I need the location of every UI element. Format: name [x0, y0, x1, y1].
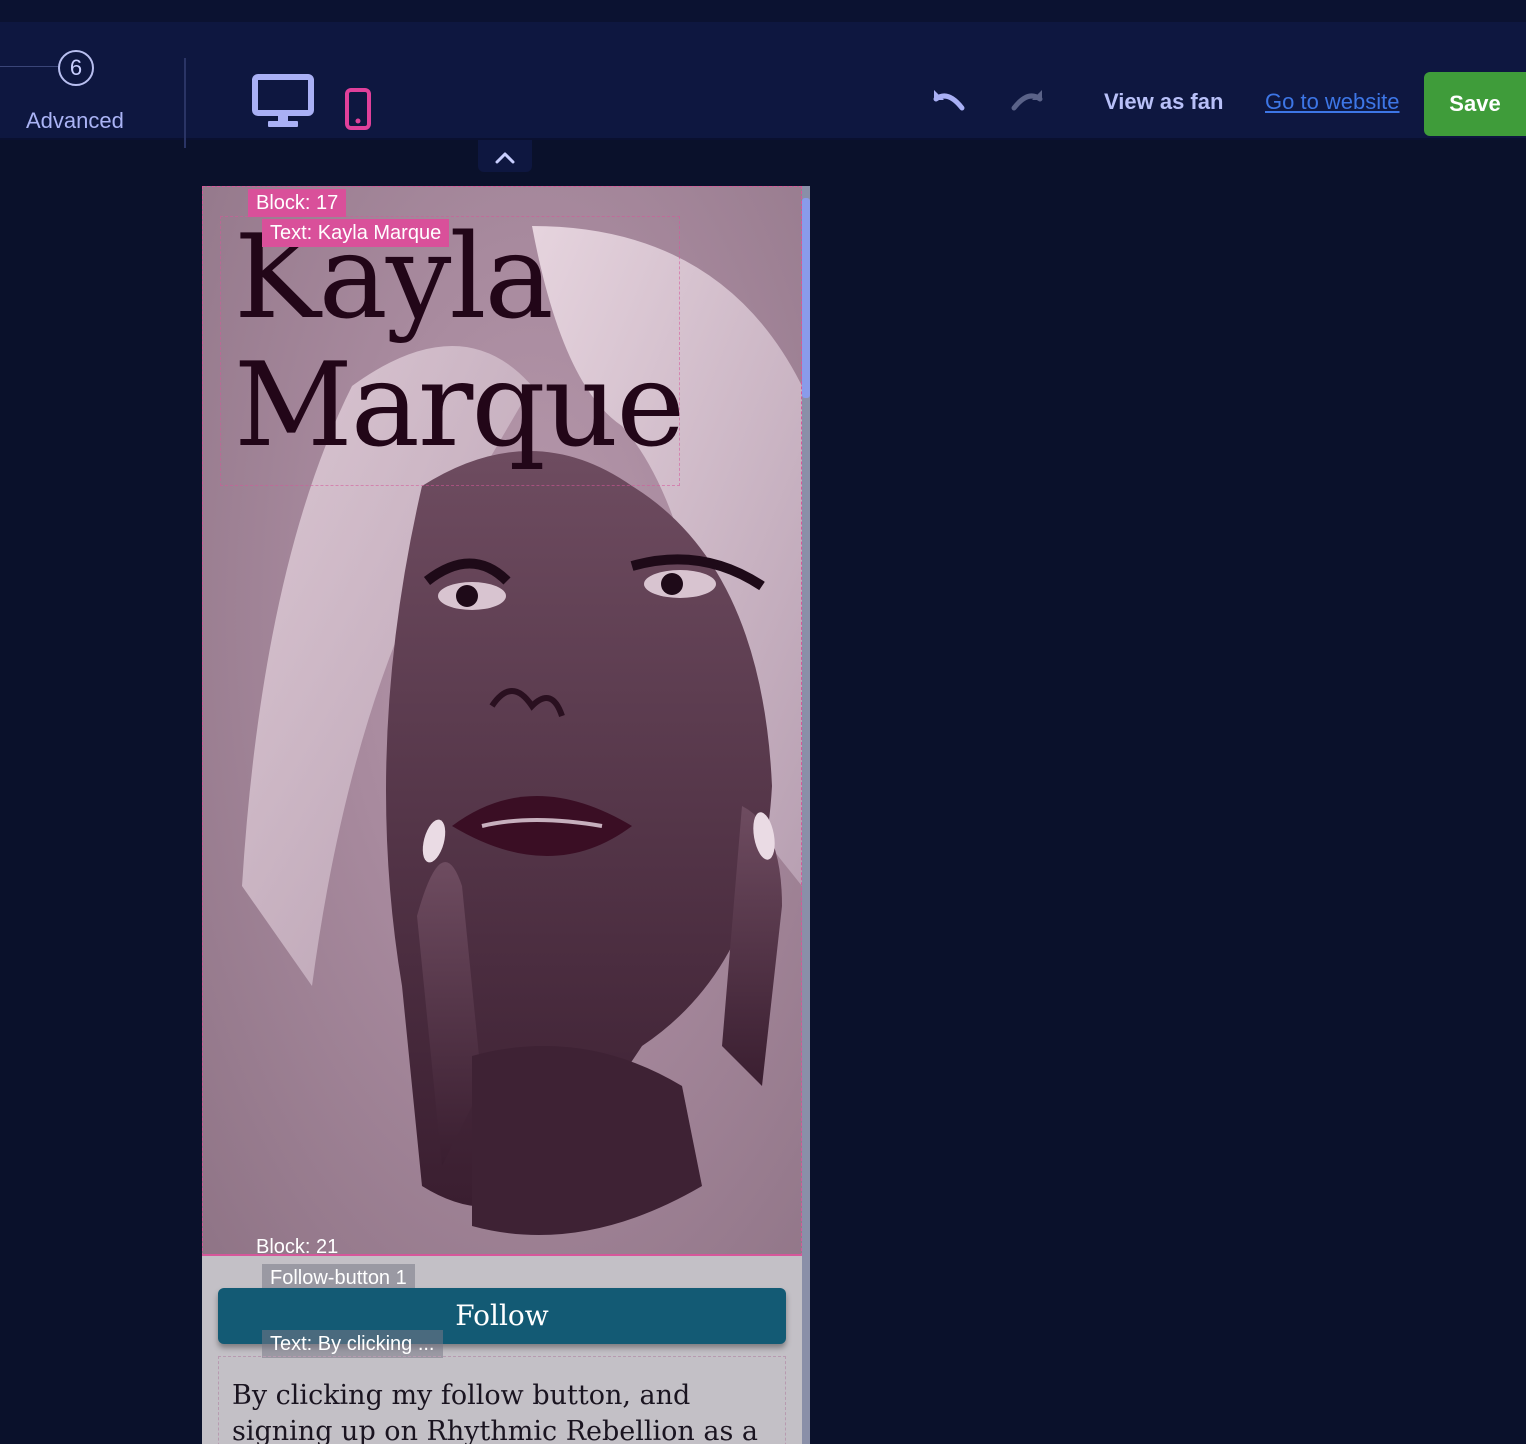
body-text-tag[interactable]: Text: By clicking ... [262, 1330, 443, 1358]
mobile-icon[interactable] [344, 88, 372, 130]
artist-name-line2: Marque [234, 338, 685, 473]
desktop-icon[interactable] [252, 74, 314, 130]
lower-block-tag[interactable]: Block: 21 [248, 1233, 346, 1261]
hero-block[interactable]: Kayla Marque Block: 17 Text: Kayla Marqu… [202, 186, 802, 1256]
undo-icon[interactable] [928, 86, 968, 120]
follow-disclaimer-text[interactable]: By clicking my follow button, and signin… [232, 1378, 792, 1444]
step-label[interactable]: Advanced [26, 108, 124, 134]
toolbar-divider [184, 58, 186, 148]
editor-toolbar: 6 Advanced View as fan Go to website Sav… [0, 22, 1526, 148]
chevron-up-icon [495, 152, 515, 164]
view-as-fan-button[interactable]: View as fan [1104, 89, 1223, 115]
redo-icon[interactable] [1008, 86, 1048, 120]
save-button[interactable]: Save [1424, 72, 1526, 136]
preview-scrollbar-thumb[interactable] [802, 198, 810, 398]
collapse-toolbar-button[interactable] [478, 140, 532, 172]
artist-name-heading[interactable]: Kayla Marque [234, 214, 685, 473]
title-text-tag[interactable]: Text: Kayla Marque [262, 219, 450, 247]
mobile-preview: Kayla Marque Block: 17 Text: Kayla Marqu… [202, 186, 810, 1444]
top-strip [0, 0, 1526, 22]
hero-block-tag[interactable]: Block: 17 [248, 189, 347, 217]
go-to-website-link[interactable]: Go to website [1265, 89, 1400, 115]
step-number-badge[interactable]: 6 [58, 50, 94, 86]
stepper-line [0, 66, 60, 67]
